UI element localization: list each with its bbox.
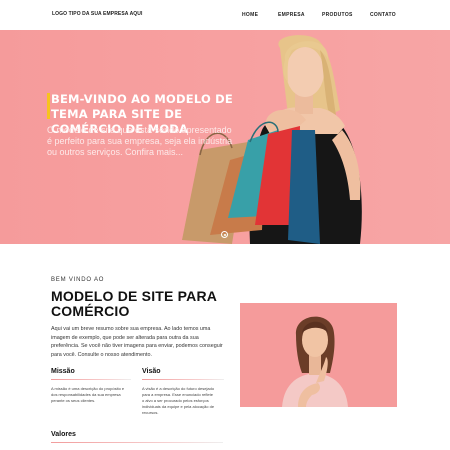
visao-text: A visão é a descrição do futuro desejado… xyxy=(142,386,215,415)
nav-home[interactable]: HOME xyxy=(242,12,258,18)
intro-model-image xyxy=(240,303,397,407)
intro-kicker: BEM VINDO AO xyxy=(51,277,105,283)
hero-text: O modelo de site que está sendo apresent… xyxy=(47,125,233,157)
valores-title: Valores xyxy=(51,431,76,438)
missao-divider xyxy=(51,379,131,380)
nav-empresa[interactable]: EMPRESA xyxy=(278,12,305,18)
site-header: LOGO TIPO DA SUA EMPRESA AQUI HOME EMPRE… xyxy=(0,0,450,30)
nav-produtos[interactable]: PRODUTOS xyxy=(322,12,353,18)
hero-accent-bar xyxy=(47,93,50,119)
logo[interactable]: LOGO TIPO DA SUA EMPRESA AQUI xyxy=(52,11,143,17)
valores-divider xyxy=(51,442,223,443)
nav-contato[interactable]: CONTATO xyxy=(370,12,396,18)
slider-dot[interactable] xyxy=(221,231,228,238)
visao-title: Visão xyxy=(142,368,161,375)
intro-title: MODELO DE SITE PARA COMÉRCIO xyxy=(51,288,217,319)
hero-banner: BEM-VINDO AO MODELO DE TEMA PARA SITE DE… xyxy=(0,30,450,244)
missao-text: A missão é uma descrição do propósito e … xyxy=(51,386,125,403)
intro-text: Aqui vai um breve resumo sobre sua empre… xyxy=(51,326,223,358)
missao-title: Missão xyxy=(51,368,75,375)
visao-divider xyxy=(142,379,224,380)
